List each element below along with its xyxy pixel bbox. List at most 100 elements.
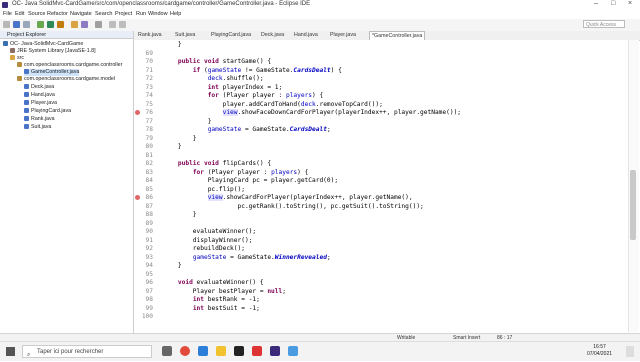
file-explorer-icon[interactable] [216,346,226,356]
tab-suit[interactable]: Suit.java [175,32,195,38]
edge-icon[interactable] [198,346,208,356]
code-line[interactable]: int bestSuit = -1; [163,305,260,312]
menu-source[interactable]: Source [28,11,45,17]
code-line[interactable]: if (gameState != GameState.CardsDealt) { [163,67,342,74]
code-line[interactable]: } [163,135,197,142]
menu-help[interactable]: Help [170,11,181,17]
code-line[interactable]: deck.shuffle(); [163,75,264,82]
code-line[interactable]: void evaluateWinner() { [163,279,264,286]
code-line[interactable]: } [163,41,182,48]
line-number: 82 [145,160,153,167]
code-line[interactable]: public void flipCards() { [163,160,271,167]
tab-rank[interactable]: Rank.java [138,32,162,38]
forward-icon[interactable] [119,21,126,28]
task-view-icon[interactable] [162,346,172,356]
menu-project[interactable]: Project [115,11,132,17]
chrome-icon[interactable] [180,346,190,356]
tree-item-player[interactable]: Player.java [24,100,57,107]
line-number: 74 [145,92,153,99]
quick-access-input[interactable]: Quick Access [583,20,625,28]
tree-item-label: PlayingCard.java [31,108,72,114]
tab-hand[interactable]: Hand.java [294,32,318,38]
debug-icon[interactable] [37,21,44,28]
tree-item-jre[interactable]: JRE System Library [JavaSE-1.8] [10,48,96,55]
code-line[interactable]: rebuildDeck(); [163,245,245,252]
tree-item-src[interactable]: src [10,55,24,62]
menu-file[interactable]: File [3,11,12,17]
tab-player[interactable]: Player.java [330,32,356,38]
tree-item-playingcard[interactable]: PlayingCard.java [24,108,71,115]
menu-navigate[interactable]: Navigate [70,11,92,17]
save-icon[interactable] [13,21,20,28]
code-line[interactable]: public void startGame() { [163,58,271,65]
code-line[interactable]: gameState = GameState.CardsDealt; [163,126,331,133]
tree-item-label: Deck.java [31,84,55,90]
tab-gamecontroller[interactable]: *GameController.java [369,31,426,40]
store-icon[interactable] [234,346,244,356]
code-line[interactable]: view.showFaceDownCardForPlayer(playerInd… [163,109,461,116]
new-class-icon[interactable] [81,21,88,28]
code-line[interactable]: view.showCardForPlayer(playerIndex++, pl… [163,194,413,201]
tree-item-rank[interactable]: Rank.java [24,116,55,123]
menu-refactor[interactable]: Refactor [47,11,68,17]
maximize-icon[interactable]: □ [611,0,615,7]
eclipse-taskbar-icon[interactable] [270,346,280,356]
new-icon[interactable] [3,21,10,28]
line-number: 80 [145,143,153,150]
tree-item-controller-package[interactable]: com.openclassrooms.cardgame.controller [17,62,122,69]
code-line[interactable]: int bestRank = -1; [163,296,260,303]
code-line[interactable]: pc.flip(); [163,186,245,193]
code-line[interactable]: displayWinner(); [163,237,253,244]
start-icon[interactable] [6,347,15,356]
back-icon[interactable] [109,21,116,28]
tree-item-label: OC- Java-SolidMvc-CardGame [10,41,84,47]
new-java-project-icon[interactable] [71,21,78,28]
close-icon[interactable]: × [628,0,632,7]
tree-item-hand[interactable]: Hand.java [24,92,55,99]
scrollbar-thumb[interactable] [630,170,636,240]
code-line[interactable]: gameState = GameState.WinnerRevealed; [163,254,331,261]
code-line[interactable]: pc.getRank().toString(), pc.getSuit().to… [163,203,424,210]
code-line[interactable]: int playerIndex = 1; [163,84,283,91]
save-all-icon[interactable] [23,21,30,28]
tree-item-deck[interactable]: Deck.java [24,84,54,91]
line-number: 75 [145,100,153,108]
code-line[interactable]: for (Player player : players) { [163,169,309,176]
tab-playingcard[interactable]: PlayingCard.java [211,32,251,38]
clock-date: 07/04/2021 [587,351,613,357]
tree-item-project[interactable]: OC- Java-SolidMvc-CardGame [3,41,83,48]
error-marker-icon[interactable] [135,110,140,115]
line-number: 84 [145,177,153,184]
tree-item-model-package[interactable]: com.openclassrooms.cardgame.model [17,76,115,83]
run-icon[interactable] [47,21,54,28]
app-icon-blue[interactable] [288,346,298,356]
code-line[interactable]: for (Player player : players) { [163,92,324,99]
tree-item-label: src [17,55,25,61]
external-tools-icon[interactable] [57,21,64,28]
taskbar-search-input[interactable]: ⌕ Taper ici pour rechercher [22,345,152,358]
code-line[interactable]: PlayingCard pc = player.getCard(0); [163,177,338,184]
code-line[interactable]: player.addCardToHand(deck.removeTopCard(… [163,101,383,108]
menu-edit[interactable]: Edit [15,11,24,17]
error-marker-icon[interactable] [135,195,140,200]
tab-deck[interactable]: Deck.java [261,32,284,38]
code-line[interactable]: evaluateWinner(); [163,228,256,235]
app-icon[interactable] [252,346,262,356]
code-line[interactable]: } [163,211,197,218]
taskbar-search-placeholder: Taper ici pour rechercher [37,349,104,355]
code-line[interactable]: Player bestPlayer = null; [163,288,286,295]
menu-window[interactable]: Window [148,11,168,17]
code-line[interactable]: } [163,262,182,269]
minimize-icon[interactable]: – [594,0,598,7]
menu-search[interactable]: Search [95,11,112,17]
system-clock[interactable]: 16:57 07/04/2021 [587,344,612,358]
tree-item-label: Player.java [31,100,57,106]
tree-item-suit[interactable]: Suit.java [24,124,51,131]
search-icon[interactable] [95,21,102,28]
tree-item-gamecontroller[interactable]: GameController.java [24,69,80,76]
menu-run[interactable]: Run [136,11,146,17]
code-line[interactable]: } [163,143,182,150]
code-line[interactable]: } [163,118,212,125]
tree-item-label: JRE System Library [JavaSE-1.8] [17,48,96,54]
notification-icon[interactable] [626,346,634,357]
